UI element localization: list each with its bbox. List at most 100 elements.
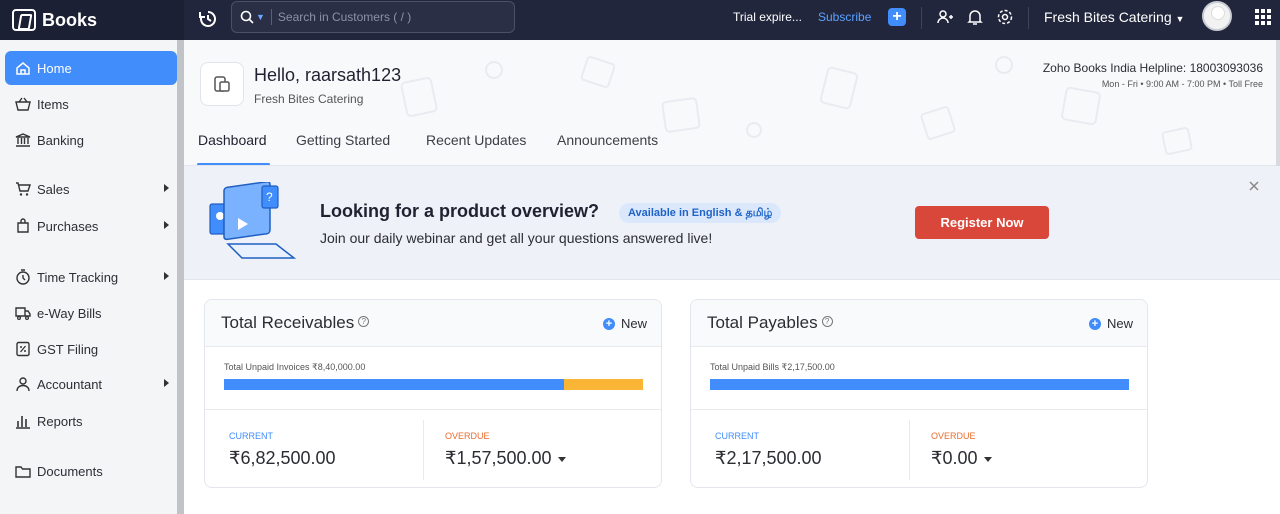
current-amount[interactable]: ₹6,82,500.00 xyxy=(229,448,336,469)
plus-circle-icon: + xyxy=(1088,317,1101,330)
card-title: Total Payables? xyxy=(707,313,833,333)
card-title-text: Total Receivables xyxy=(221,313,355,332)
building-icon xyxy=(214,76,230,92)
sidebar-item-reports[interactable]: Reports xyxy=(5,404,177,438)
register-now-button[interactable]: Register Now xyxy=(915,206,1049,239)
chevron-right-icon xyxy=(164,184,169,192)
payables-progress-bar xyxy=(710,379,1129,390)
refer-users-icon[interactable] xyxy=(936,8,954,26)
trial-status[interactable]: Trial expire... xyxy=(733,10,802,24)
organization-subtitle: Fresh Bites Catering xyxy=(254,92,364,106)
sidebar-item-label: Time Tracking xyxy=(37,269,119,285)
sidebar-item-label: Items xyxy=(37,96,69,112)
current-segment xyxy=(224,379,565,390)
unpaid-total: Total Unpaid Invoices ₹8,40,000.00 xyxy=(224,362,366,372)
greeting: Hello, raarsath123 xyxy=(254,65,402,85)
current-label: CURRENT xyxy=(715,431,759,441)
search-icon[interactable] xyxy=(240,10,254,24)
percent-doc-icon xyxy=(16,341,30,357)
basket-icon xyxy=(15,97,31,111)
svg-text:?: ? xyxy=(266,190,273,204)
avatar[interactable] xyxy=(1202,1,1232,31)
current-label: CURRENT xyxy=(229,431,273,441)
sidebar-item-items[interactable]: Items xyxy=(5,87,177,121)
search-input[interactable]: Search in Customers ( / ) xyxy=(278,10,411,24)
close-icon[interactable] xyxy=(1247,179,1261,193)
tab-getting-started[interactable]: Getting Started xyxy=(296,132,390,148)
helpline-hours: Mon - Fri • 9:00 AM - 7:00 PM • Toll Fre… xyxy=(1101,79,1263,89)
sidebar-item-label: GST Filing xyxy=(37,341,99,357)
chevron-right-icon xyxy=(164,272,169,280)
dashboard-header: Hello, raarsath123 Fresh Bites Catering … xyxy=(184,40,1280,166)
overdue-segment xyxy=(564,379,643,390)
search-bar[interactable]: ▼ Search in Customers ( / ) xyxy=(231,1,515,33)
tab-announcements[interactable]: Announcements xyxy=(557,132,658,148)
app-grid-icon[interactable] xyxy=(1255,9,1271,25)
subscribe-link[interactable]: Subscribe xyxy=(818,10,871,24)
card-title: Total Receivables? xyxy=(221,313,370,333)
overdue-dropdown[interactable]: ₹0.00 xyxy=(931,448,992,469)
divider xyxy=(921,7,922,29)
sidebar-item-purchases[interactable]: Purchases xyxy=(5,209,177,243)
sidebar-item-label: Home xyxy=(37,60,72,76)
sidebar-item-e-way-bills[interactable]: e-Way Bills xyxy=(5,296,177,330)
language-badge: Available in English & தமிழ் xyxy=(619,203,782,223)
divider xyxy=(909,420,910,480)
sidebar-scrollbar[interactable] xyxy=(177,40,184,514)
webinar-banner: ? Looking for a product overview? Availa… xyxy=(184,166,1280,280)
sidebar-item-time-tracking[interactable]: Time Tracking xyxy=(5,260,177,294)
organization-logo[interactable] xyxy=(200,62,244,106)
sidebar-item-documents[interactable]: Documents xyxy=(5,454,177,488)
sidebar-item-sales[interactable]: Sales xyxy=(5,172,177,206)
help-icon[interactable]: ? xyxy=(821,316,833,328)
truck-icon xyxy=(15,307,31,321)
home-icon xyxy=(16,62,30,75)
quick-create-button[interactable]: + xyxy=(888,8,906,26)
webinar-illustration: ? xyxy=(209,182,297,259)
bar-chart-icon xyxy=(16,416,30,429)
banner-subtitle: Join our daily webinar and get all your … xyxy=(320,230,713,246)
sidebar-item-label: Banking xyxy=(37,132,84,148)
search-divider xyxy=(270,9,272,25)
recent-history-icon[interactable] xyxy=(198,9,218,29)
overdue-dropdown[interactable]: ₹1,57,500.00 xyxy=(445,448,566,469)
card-header: Total Payables? + New xyxy=(691,300,1147,347)
current-amount[interactable]: ₹2,17,500.00 xyxy=(715,448,822,469)
card-title-text: Total Payables xyxy=(707,313,818,332)
main-scrollbar[interactable] xyxy=(1276,40,1280,166)
tab-recent-updates[interactable]: Recent Updates xyxy=(426,132,526,148)
caret-down-icon xyxy=(557,456,566,462)
cart-icon xyxy=(16,182,31,196)
gear-icon[interactable] xyxy=(996,8,1014,26)
unpaid-total: Total Unpaid Bills ₹2,17,500.00 xyxy=(710,362,835,372)
bell-icon[interactable] xyxy=(966,8,984,26)
new-bill-button[interactable]: + New xyxy=(1088,316,1133,331)
sidebar-item-home[interactable]: Home xyxy=(5,51,177,85)
new-label: New xyxy=(620,316,647,331)
overdue-label: OVERDUE xyxy=(445,431,490,441)
organization-switcher[interactable]: Fresh Bites Catering ▼ xyxy=(1044,9,1184,25)
sidebar-item-banking[interactable]: Banking xyxy=(5,123,177,157)
helpline: Zoho Books India Helpline: 18003093036 xyxy=(1042,61,1263,75)
sidebar-item-label: Accountant xyxy=(37,376,103,392)
sidebar-item-gst-filing[interactable]: GST Filing xyxy=(5,332,177,366)
bag-icon xyxy=(17,218,29,233)
new-invoice-button[interactable]: + New xyxy=(602,316,647,331)
folder-icon xyxy=(15,466,31,478)
plus-circle-icon: + xyxy=(602,317,615,330)
tab-dashboard[interactable]: Dashboard xyxy=(198,132,267,148)
accountant-icon xyxy=(16,377,30,392)
caret-down-icon xyxy=(983,456,992,462)
help-icon[interactable]: ? xyxy=(358,316,370,328)
card-header: Total Receivables? + New xyxy=(205,300,661,347)
chevron-right-icon xyxy=(164,221,169,229)
app-name: Books xyxy=(42,9,98,30)
sidebar: Home Items Banking Sales Purchases Time … xyxy=(0,40,184,514)
sidebar-item-accountant[interactable]: Accountant xyxy=(5,367,177,401)
organization-name: Fresh Bites Catering xyxy=(1044,9,1172,25)
chevron-down-icon[interactable]: ▼ xyxy=(256,12,265,22)
brand[interactable]: Books xyxy=(0,0,184,40)
sidebar-item-label: Documents xyxy=(37,463,103,479)
top-bar: Books ▼ Search in Customers ( / ) Trial … xyxy=(0,0,1280,40)
banner-title: Looking for a product overview? xyxy=(320,201,600,221)
